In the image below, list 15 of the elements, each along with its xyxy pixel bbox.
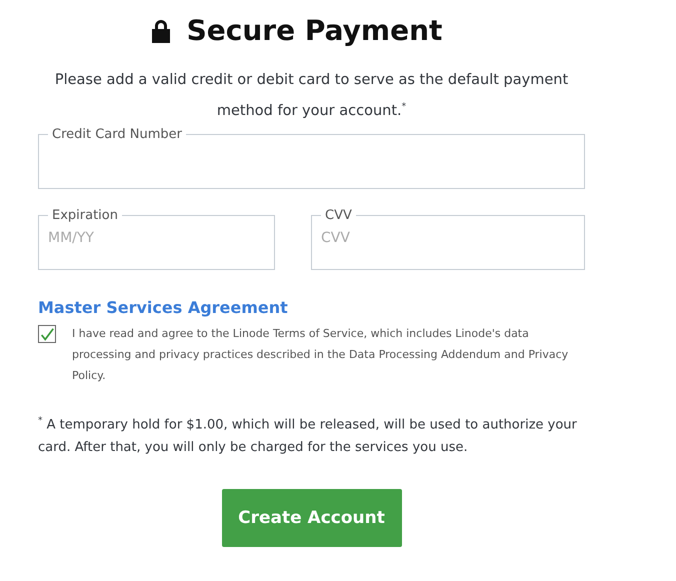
input-field[interactable]: Credit Card Number	[38, 126, 585, 189]
input-field[interactable]: Expiration MM/YY	[38, 208, 275, 270]
agreement-text: I have read and agree to the Linode Terms of Service, which includes Linode's data processing and privacy practices described in the Data Processing Addendum and Privacy Policy.	[72, 326, 570, 384]
page-title: Secure Payment	[186, 14, 442, 47]
checkbox[interactable]	[38, 324, 56, 343]
lock-icon	[150, 18, 171, 42]
section-heading: Master Services Agreement	[38, 298, 289, 317]
input-field[interactable]: CVV CVV	[311, 208, 585, 270]
intro-text: Please add a valid credit or debit card to serve as the default payment method for your account.$^{*}$	[54, 71, 570, 121]
footnote-text: $^{*}$ A temporary hold for $1.00, which will be released, will be used to authorize your card. After that, you will only be charged for the services you use.	[38, 414, 578, 458]
field-label: CVV	[324, 208, 353, 223]
field-label: Credit Card Number	[51, 126, 183, 142]
text-input[interactable]: MM/YY	[48, 222, 265, 259]
text-input[interactable]: CVV	[321, 222, 575, 259]
field-label: Expiration	[51, 208, 119, 223]
